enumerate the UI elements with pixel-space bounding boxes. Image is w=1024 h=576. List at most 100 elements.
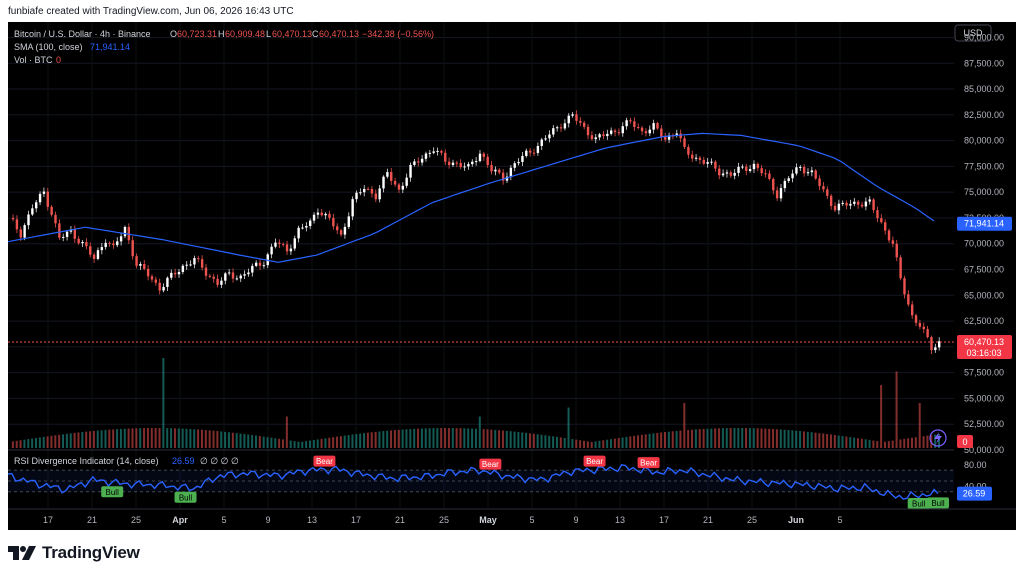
candle-body: [81, 241, 84, 244]
candle-body: [907, 294, 910, 305]
rsi-markers: ∅ ∅ ∅ ∅: [200, 456, 239, 466]
volume-bar: [760, 428, 763, 448]
volume-bar: [590, 441, 593, 448]
volume-bar: [266, 437, 269, 448]
volume-bar: [721, 428, 724, 448]
candle-body: [42, 191, 46, 194]
candle-body: [243, 274, 246, 276]
candle-body: [463, 166, 466, 168]
candle-body: [864, 201, 868, 207]
candle-body: [455, 162, 459, 164]
candle-body: [891, 240, 895, 244]
candle-body: [606, 133, 609, 137]
candle-body: [702, 159, 706, 164]
signal-label: Bull: [106, 488, 120, 497]
volume-bar: [617, 438, 620, 448]
time-tick-label: 9: [265, 515, 270, 525]
candle-body: [324, 213, 327, 216]
volume-bar: [903, 438, 906, 448]
volume-bar: [19, 440, 22, 448]
volume-bar: [540, 434, 543, 448]
volume-bar: [652, 433, 655, 448]
volume-badge-value: 0: [962, 437, 967, 447]
candle-body: [220, 280, 223, 285]
candle-body: [119, 236, 123, 242]
volume-bar: [625, 436, 628, 448]
bull-signal: Bull: [907, 498, 930, 509]
volume-bar: [65, 433, 68, 448]
candle-body: [170, 272, 173, 278]
candle-body: [177, 271, 181, 275]
time-tick-label: 9: [573, 515, 578, 525]
volume-bar: [914, 437, 917, 448]
volume-bar: [139, 428, 142, 448]
candle-body: [420, 158, 424, 163]
volume-bar: [413, 428, 416, 448]
bull-signal: Bull: [101, 486, 124, 498]
signal-label: Bear: [640, 459, 657, 468]
candle-body: [629, 120, 632, 122]
candle-body: [729, 172, 733, 176]
volume-bar: [910, 437, 913, 448]
price-tick-label: 55,000.00: [964, 393, 1004, 403]
candle-body: [764, 173, 767, 175]
candle-body: [748, 169, 752, 171]
price-tick-label: 77,500.00: [964, 161, 1004, 171]
volume-bar: [355, 434, 358, 448]
chart-area[interactable]: Bitcoin / U.S. Dollar · 4h · Binance O 6…: [8, 22, 1016, 530]
candle-body: [89, 246, 92, 255]
volume-bar: [478, 416, 481, 448]
volume-bar: [799, 431, 802, 448]
volume-bar: [289, 440, 292, 448]
volume-bar: [895, 371, 898, 448]
volume-bar: [694, 429, 697, 448]
candle-body: [251, 265, 254, 273]
candle-body: [818, 178, 821, 187]
candle-body: [926, 329, 929, 338]
volume-bar: [459, 428, 462, 448]
price-tick-label: 62,500.00: [964, 316, 1004, 326]
volume-bar: [251, 435, 254, 448]
candle-body: [38, 193, 42, 203]
volume-bar: [254, 435, 257, 448]
volume-bar: [505, 430, 508, 448]
candle-body: [845, 202, 848, 206]
candle-body: [548, 134, 551, 139]
volume-bar: [853, 437, 856, 448]
price-axis[interactable]: 90,000.00 87,500.00 85,000.00 82,500.00 80,0…: [964, 32, 1004, 455]
candle-body: [644, 131, 648, 134]
chart-caption: funbiafe created with TradingView.com, J…: [8, 6, 294, 17]
volume-bar: [38, 437, 41, 448]
bear-signal: Bear: [583, 455, 606, 467]
volume-bar: [575, 439, 578, 448]
volume-bar: [424, 428, 427, 448]
candle-body: [602, 134, 605, 137]
time-axis[interactable]: 17 21 25 Apr 5 9 13 17 21 25 May 5 9 13 17 21 25 Jun 5: [43, 515, 843, 525]
volume-bar: [312, 439, 315, 448]
legend-o-label: O: [170, 29, 177, 39]
volume-bar: [154, 428, 157, 448]
volume-bar: [536, 434, 539, 448]
legend-change: −342.38 (−0.56%): [362, 29, 434, 39]
candle-body: [413, 161, 416, 165]
volume-bar: [517, 432, 520, 448]
candle-body: [853, 201, 856, 204]
candle-body: [868, 199, 871, 202]
price-chart-svg[interactable]: Bitcoin / U.S. Dollar · 4h · Binance O 6…: [8, 22, 1016, 530]
candle-body: [451, 162, 455, 166]
candle-body: [274, 242, 277, 247]
candle-body: [224, 273, 227, 281]
volume-bar: [463, 428, 466, 448]
candle-body: [370, 188, 374, 194]
volume-bar: [397, 429, 400, 448]
volume-bar: [104, 429, 107, 448]
volume-bar: [216, 431, 219, 448]
legend-sma-label: SMA (100, close): [14, 42, 83, 52]
volume-bar: [683, 403, 686, 448]
volume-bar: [856, 438, 859, 448]
candle-body: [189, 264, 192, 266]
candle-body: [683, 138, 686, 148]
candle-body: [521, 155, 524, 162]
candle-body: [887, 230, 891, 241]
volume-bar: [363, 433, 366, 448]
